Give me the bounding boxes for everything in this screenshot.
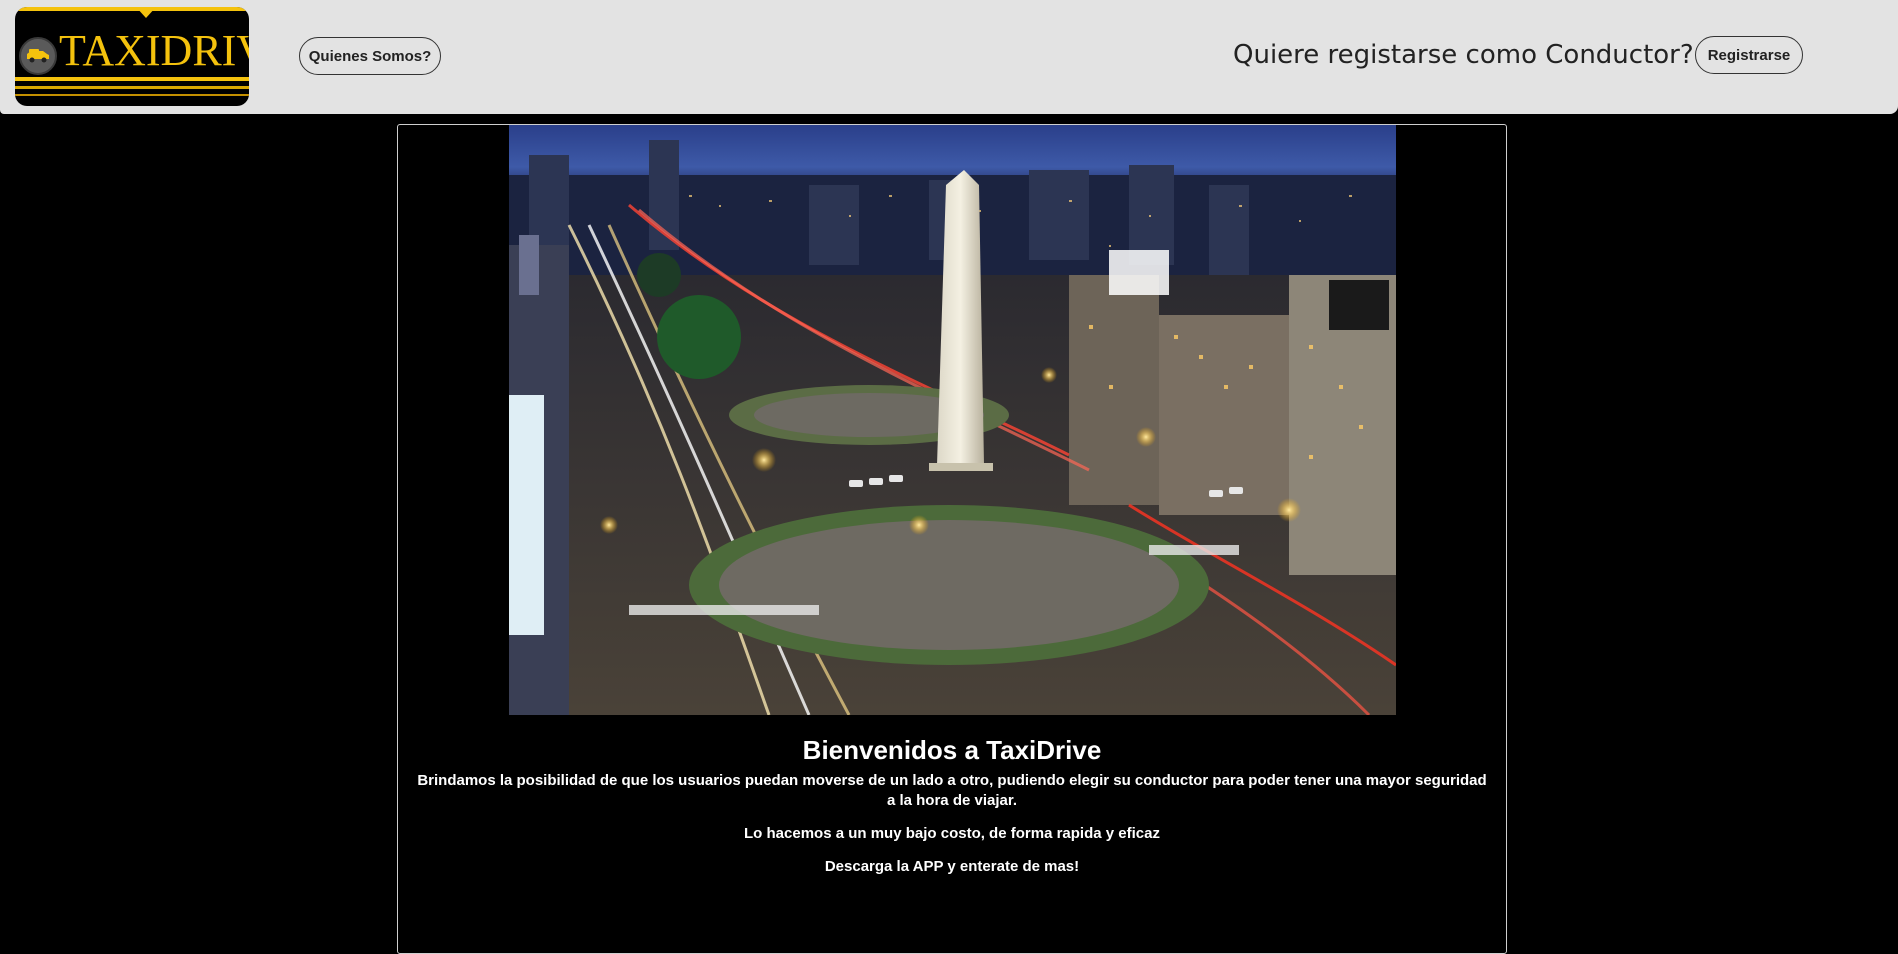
logo-wordmark: TAXIDRIVE xyxy=(59,26,249,75)
hero-city-image xyxy=(509,125,1396,715)
taxidrive-logo[interactable]: TAXIDRIVE xyxy=(15,7,249,106)
pricing-paragraph: Lo hacemos a un muy bajo costo, de forma… xyxy=(744,825,1160,842)
top-navbar: TAXIDRIVE Quienes Somos? Quiere registar… xyxy=(0,0,1898,114)
welcome-title: Bienvenidos a TaxiDrive xyxy=(802,735,1102,765)
logo-stripe xyxy=(15,86,249,89)
welcome-card: Bienvenidos a TaxiDrive Brindamos la pos… xyxy=(397,124,1507,954)
city-night-illustration xyxy=(509,125,1396,715)
download-paragraph: Descarga la APP y enterate de mas! xyxy=(824,858,1080,875)
logo-stripe xyxy=(15,94,249,96)
taxi-icon xyxy=(19,37,57,75)
driver-register-prompt: Quiere registarse como Conductor? xyxy=(1233,40,1694,70)
intro-paragraph: Brindamos la posibilidad de que los usua… xyxy=(417,772,1487,809)
logo-notch xyxy=(136,7,156,18)
logo-top-stripe xyxy=(15,7,249,11)
register-button[interactable]: Registrarse xyxy=(1695,36,1803,74)
about-us-button[interactable]: Quienes Somos? xyxy=(299,37,441,75)
logo-stripe xyxy=(15,77,249,81)
